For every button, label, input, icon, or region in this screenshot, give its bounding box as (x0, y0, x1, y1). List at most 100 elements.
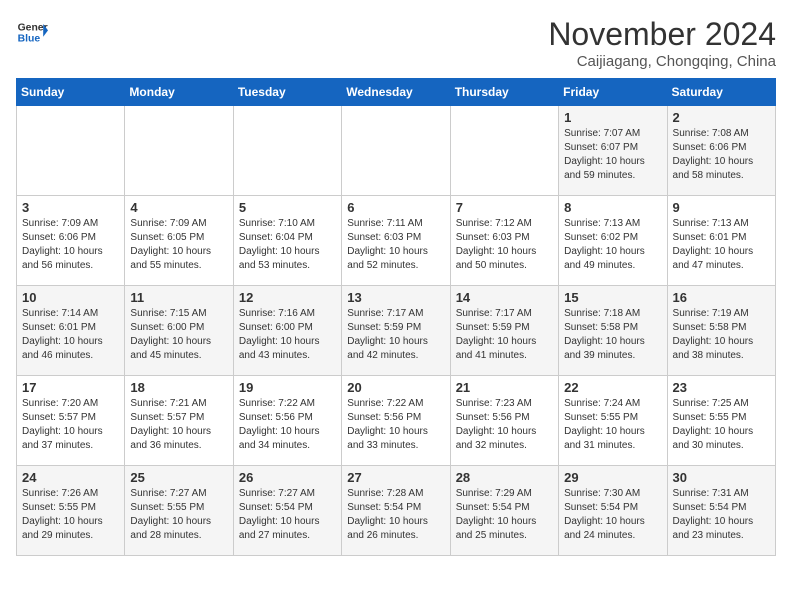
day-info: Sunrise: 7:07 AMSunset: 6:07 PMDaylight:… (564, 127, 661, 183)
calendar-cell: 11 Sunrise: 7:15 AMSunset: 6:00 PMDayligh… (125, 286, 233, 376)
calendar-day-header: Monday (125, 79, 233, 106)
calendar-cell: 2 Sunrise: 7:08 AMSunset: 6:06 PMDaylight… (667, 106, 775, 196)
day-number: 28 (456, 470, 553, 485)
calendar-cell: 28 Sunrise: 7:29 AMSunset: 5:54 PMDayligh… (450, 466, 558, 556)
day-info: Sunrise: 7:31 AMSunset: 5:54 PMDaylight:… (673, 487, 770, 543)
day-info: Sunrise: 7:19 AMSunset: 5:58 PMDaylight:… (673, 307, 770, 363)
calendar-cell: 22 Sunrise: 7:24 AMSunset: 5:55 PMDayligh… (559, 376, 667, 466)
calendar-cell (342, 106, 450, 196)
day-info: Sunrise: 7:17 AMSunset: 5:59 PMDaylight:… (347, 307, 444, 363)
day-number: 29 (564, 470, 661, 485)
day-info: Sunrise: 7:21 AMSunset: 5:57 PMDaylight:… (130, 397, 227, 453)
day-info: Sunrise: 7:27 AMSunset: 5:54 PMDaylight:… (239, 487, 336, 543)
calendar-day-header: Wednesday (342, 79, 450, 106)
calendar-cell: 30 Sunrise: 7:31 AMSunset: 5:54 PMDayligh… (667, 466, 775, 556)
day-info: Sunrise: 7:24 AMSunset: 5:55 PMDaylight:… (564, 397, 661, 453)
day-number: 27 (347, 470, 444, 485)
day-info: Sunrise: 7:30 AMSunset: 5:54 PMDaylight:… (564, 487, 661, 543)
calendar-cell: 7 Sunrise: 7:12 AMSunset: 6:03 PMDaylight… (450, 196, 558, 286)
day-info: Sunrise: 7:09 AMSunset: 6:05 PMDaylight:… (130, 217, 227, 273)
calendar-cell: 19Sunrise: 7:22 AMSunset: 5:56 PMDayligh… (233, 376, 341, 466)
calendar-cell: 18Sunrise: 7:21 AMSunset: 5:57 PMDayligh… (125, 376, 233, 466)
calendar-cell: 6 Sunrise: 7:11 AMSunset: 6:03 PMDaylight… (342, 196, 450, 286)
calendar-header-row: SundayMondayTuesdayWednesdayThursdayFrid… (17, 79, 776, 106)
day-number: 7 (456, 200, 553, 215)
day-number: 30 (673, 470, 770, 485)
day-info: Sunrise: 7:22 AMSunset: 5:56 PMDaylight:… (347, 397, 444, 453)
calendar-cell: 25 Sunrise: 7:27 AMSunset: 5:55 PMDayligh… (125, 466, 233, 556)
day-info: Sunrise: 7:08 AMSunset: 6:06 PMDaylight:… (673, 127, 770, 183)
logo-icon: General Blue (16, 16, 48, 48)
calendar-cell: 9 Sunrise: 7:13 AMSunset: 6:01 PMDaylight… (667, 196, 775, 286)
calendar-cell: 24 Sunrise: 7:26 AMSunset: 5:55 PMDayligh… (17, 466, 125, 556)
calendar-cell: 26 Sunrise: 7:27 AMSunset: 5:54 PMDayligh… (233, 466, 341, 556)
calendar-week-row: 10 Sunrise: 7:14 AMSunset: 6:01 PMDayligh… (17, 286, 776, 376)
calendar-week-row: 1 Sunrise: 7:07 AMSunset: 6:07 PMDaylight… (17, 106, 776, 196)
day-info: Sunrise: 7:27 AMSunset: 5:55 PMDaylight:… (130, 487, 227, 543)
day-info: Sunrise: 7:28 AMSunset: 5:54 PMDaylight:… (347, 487, 444, 543)
day-info: Sunrise: 7:23 AMSunset: 5:56 PMDaylight:… (456, 397, 553, 453)
day-number: 5 (239, 200, 336, 215)
location-subtitle: Caijiagang, Chongqing, China (548, 53, 776, 70)
day-number: 1 (564, 110, 661, 125)
calendar-cell (233, 106, 341, 196)
calendar-cell (17, 106, 125, 196)
calendar-cell: 4 Sunrise: 7:09 AMSunset: 6:05 PMDaylight… (125, 196, 233, 286)
calendar-day-header: Saturday (667, 79, 775, 106)
calendar-cell (125, 106, 233, 196)
day-number: 9 (673, 200, 770, 215)
day-number: 2 (673, 110, 770, 125)
page-header: General Blue November 2024 Caijiagang, C… (16, 16, 776, 70)
day-number: 25 (130, 470, 227, 485)
month-title: November 2024 (548, 16, 776, 53)
day-info: Sunrise: 7:14 AMSunset: 6:01 PMDaylight:… (22, 307, 119, 363)
day-number: 26 (239, 470, 336, 485)
day-info: Sunrise: 7:18 AMSunset: 5:58 PMDaylight:… (564, 307, 661, 363)
day-number: 11 (130, 290, 227, 305)
day-info: Sunrise: 7:13 AMSunset: 6:01 PMDaylight:… (673, 217, 770, 273)
calendar-cell: 15 Sunrise: 7:18 AMSunset: 5:58 PMDayligh… (559, 286, 667, 376)
day-number: 21 (456, 380, 553, 395)
svg-text:Blue: Blue (18, 34, 41, 45)
calendar-cell: 14 Sunrise: 7:17 AMSunset: 5:59 PMDayligh… (450, 286, 558, 376)
day-number: 3 (22, 200, 119, 215)
day-info: Sunrise: 7:12 AMSunset: 6:03 PMDaylight:… (456, 217, 553, 273)
day-number: 8 (564, 200, 661, 215)
logo: General Blue (16, 16, 48, 48)
calendar-cell: 5 Sunrise: 7:10 AMSunset: 6:04 PMDaylight… (233, 196, 341, 286)
day-number: 23 (673, 380, 770, 395)
calendar-cell: 10 Sunrise: 7:14 AMSunset: 6:01 PMDayligh… (17, 286, 125, 376)
day-number: 14 (456, 290, 553, 305)
calendar-cell: 3Sunrise: 7:09 AMSunset: 6:06 PMDaylight… (17, 196, 125, 286)
day-number: 15 (564, 290, 661, 305)
calendar-cell: 1 Sunrise: 7:07 AMSunset: 6:07 PMDaylight… (559, 106, 667, 196)
calendar-day-header: Tuesday (233, 79, 341, 106)
day-info: Sunrise: 7:26 AMSunset: 5:55 PMDaylight:… (22, 487, 119, 543)
calendar-cell: 17Sunrise: 7:20 AMSunset: 5:57 PMDayligh… (17, 376, 125, 466)
day-info: Sunrise: 7:17 AMSunset: 5:59 PMDaylight:… (456, 307, 553, 363)
calendar-week-row: 24 Sunrise: 7:26 AMSunset: 5:55 PMDayligh… (17, 466, 776, 556)
day-number: 10 (22, 290, 119, 305)
calendar-cell: 21 Sunrise: 7:23 AMSunset: 5:56 PMDayligh… (450, 376, 558, 466)
day-info: Sunrise: 7:29 AMSunset: 5:54 PMDaylight:… (456, 487, 553, 543)
day-info: Sunrise: 7:15 AMSunset: 6:00 PMDaylight:… (130, 307, 227, 363)
day-number: 4 (130, 200, 227, 215)
day-info: Sunrise: 7:13 AMSunset: 6:02 PMDaylight:… (564, 217, 661, 273)
day-info: Sunrise: 7:11 AMSunset: 6:03 PMDaylight:… (347, 217, 444, 273)
calendar-cell: 16Sunrise: 7:19 AMSunset: 5:58 PMDayligh… (667, 286, 775, 376)
day-number: 19 (239, 380, 336, 395)
day-number: 6 (347, 200, 444, 215)
day-number: 24 (22, 470, 119, 485)
day-number: 13 (347, 290, 444, 305)
calendar-week-row: 17Sunrise: 7:20 AMSunset: 5:57 PMDayligh… (17, 376, 776, 466)
day-info: Sunrise: 7:25 AMSunset: 5:55 PMDaylight:… (673, 397, 770, 453)
calendar-day-header: Friday (559, 79, 667, 106)
calendar-cell: 23 Sunrise: 7:25 AMSunset: 5:55 PMDayligh… (667, 376, 775, 466)
calendar-cell (450, 106, 558, 196)
day-number: 22 (564, 380, 661, 395)
calendar-cell: 20 Sunrise: 7:22 AMSunset: 5:56 PMDayligh… (342, 376, 450, 466)
day-number: 20 (347, 380, 444, 395)
day-info: Sunrise: 7:10 AMSunset: 6:04 PMDaylight:… (239, 217, 336, 273)
calendar-day-header: Thursday (450, 79, 558, 106)
calendar-day-header: Sunday (17, 79, 125, 106)
